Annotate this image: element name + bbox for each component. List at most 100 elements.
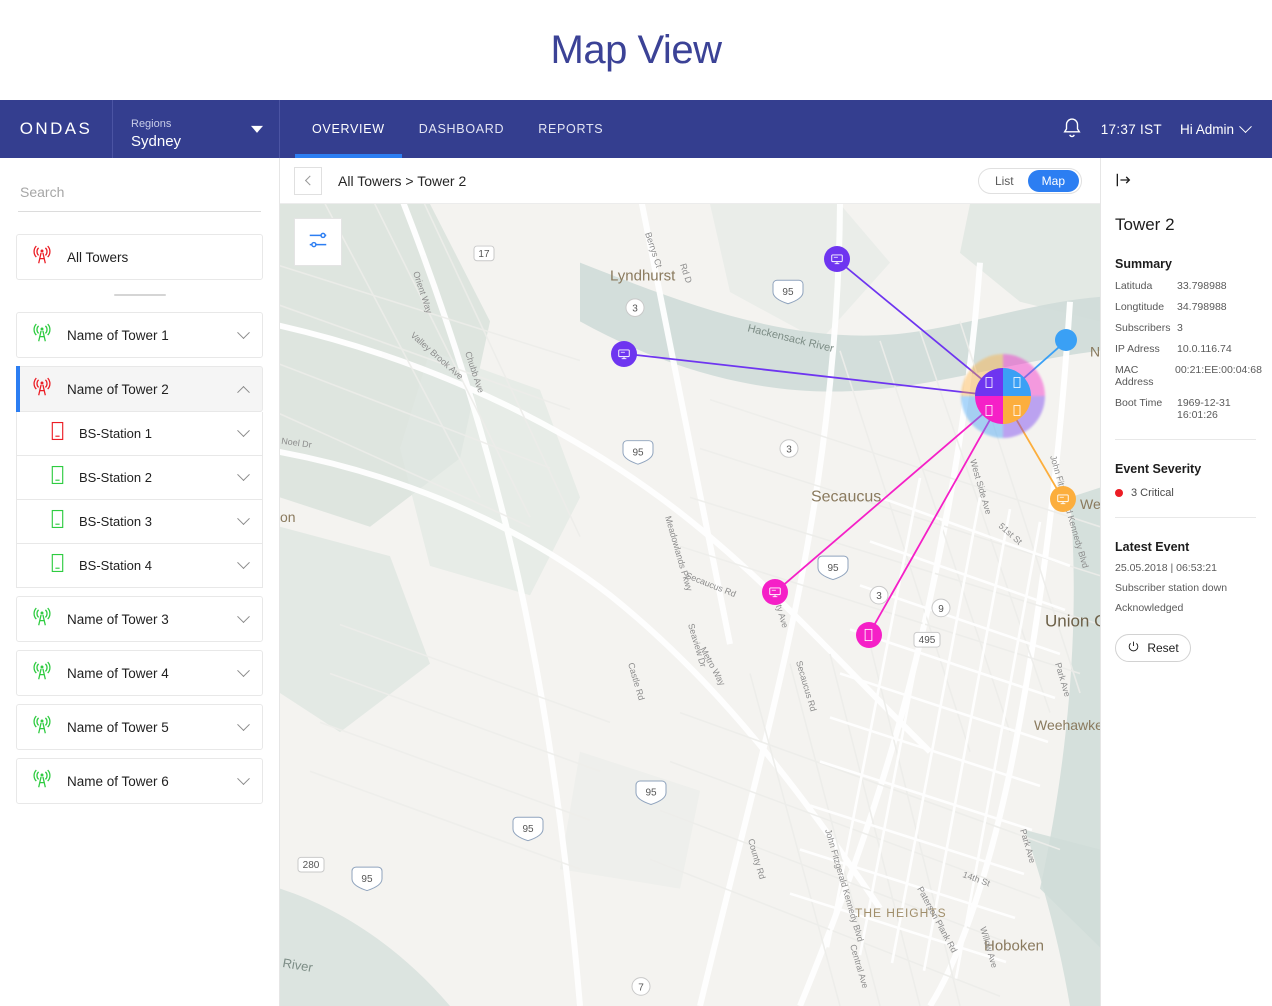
view-toggle-list[interactable]: List	[981, 170, 1028, 192]
svg-text:95: 95	[645, 788, 657, 799]
top-navigation-bar: ONDAS Regions Sydney OVERVIEW DASHBOARD …	[0, 100, 1272, 158]
sidebar: All Towers Name of Tower 1	[0, 158, 280, 1006]
bell-icon[interactable]	[1061, 117, 1083, 141]
map-filter-button[interactable]	[294, 218, 342, 266]
sidebar-item-tower-5[interactable]: Name of Tower 5	[16, 704, 263, 750]
tab-overview[interactable]: OVERVIEW	[295, 100, 402, 158]
reset-button[interactable]: Reset	[1115, 634, 1191, 662]
tower-icon	[31, 660, 53, 687]
tab-reports[interactable]: REPORTS	[521, 100, 620, 158]
sidebar-item-label: Name of Tower 5	[67, 719, 169, 735]
app-window: ONDAS Regions Sydney OVERVIEW DASHBOARD …	[0, 100, 1272, 1006]
shield-3c: 3	[869, 585, 889, 605]
region-label: Regions	[131, 117, 172, 130]
sidebar-item-tower-4[interactable]: Name of Tower 4	[16, 650, 263, 696]
map-canvas[interactable]: Lyndhurst Secaucus Union City Weehawken …	[280, 204, 1100, 1006]
severity-text: 3 Critical	[1131, 487, 1174, 499]
svg-text:7: 7	[638, 982, 644, 993]
region-value: Sydney	[131, 132, 182, 150]
collapse-panel-icon[interactable]	[1115, 173, 1133, 192]
chevron-down-icon[interactable]	[237, 424, 250, 438]
svg-text:280: 280	[303, 860, 320, 871]
node-magenta-left[interactable]	[762, 579, 789, 606]
page-title: Map View	[550, 27, 722, 72]
sidebar-item-bs-station-3[interactable]: BS-Station 3	[16, 500, 263, 544]
page-title-bar: Map View	[0, 0, 1272, 100]
sidebar-item-tower-6[interactable]: Name of Tower 6	[16, 758, 263, 804]
summary-row-boot-time: Boot Time 1969-12-31 16:01:26	[1115, 397, 1256, 421]
map-label-union-city: Union City	[1045, 612, 1100, 631]
node-purple-left[interactable]	[610, 340, 637, 367]
sidebar-item-bs-station-1[interactable]: BS-Station 1	[16, 412, 263, 456]
user-menu[interactable]: Hi Admin	[1180, 119, 1252, 137]
summary-row-mac-address: MAC Address 00:21:EE:00:04:68	[1115, 364, 1262, 388]
node-magenta-bottom[interactable]	[855, 621, 882, 648]
node-purple-top[interactable]	[823, 246, 850, 273]
sidebar-item-label: Name of Tower 4	[67, 665, 169, 681]
latest-event-status: Acknowledged	[1115, 602, 1184, 614]
sidebar-item-bs-station-4[interactable]: BS-Station 4	[16, 544, 263, 588]
breadcrumb-bar: All Towers > Tower 2 List Map	[280, 158, 1100, 204]
tower-2-cluster[interactable]	[961, 354, 1046, 439]
node-blue-right[interactable]	[1055, 329, 1078, 352]
panel-divider	[1115, 517, 1256, 518]
chevron-down-icon[interactable]	[237, 609, 250, 623]
search-container	[0, 158, 279, 212]
sidebar-item-label: BS-Station 2	[79, 470, 152, 485]
summary-key: Latituda	[1115, 280, 1153, 292]
map-label-lyndhurst: Lyndhurst	[610, 268, 676, 284]
sidebar-item-label: Name of Tower 2	[67, 381, 169, 397]
chevron-down-icon[interactable]	[237, 512, 250, 526]
sidebar-item-label: Name of Tower 1	[67, 327, 169, 343]
chevron-down-icon	[1239, 119, 1252, 133]
search-input[interactable]	[18, 180, 261, 212]
sidebar-item-label: BS-Station 4	[79, 558, 152, 573]
chevron-down-icon[interactable]	[237, 556, 250, 570]
svg-text:3: 3	[876, 591, 882, 602]
summary-key: IP Adress	[1115, 343, 1160, 355]
tower-icon	[31, 768, 53, 795]
sidebar-item-tower-2[interactable]: Name of Tower 2	[16, 366, 263, 412]
chevron-up-icon[interactable]	[237, 385, 250, 399]
event-severity-heading: Event Severity	[1115, 462, 1202, 476]
sidebar-item-bs-station-2[interactable]: BS-Station 2	[16, 456, 263, 500]
sidebar-item-tower-3[interactable]: Name of Tower 3	[16, 596, 263, 642]
sidebar-item-all-towers[interactable]: All Towers	[16, 234, 263, 280]
shield-3b: 3	[779, 439, 799, 458]
summary-value: 1969-12-31 16:01:26	[1177, 397, 1231, 421]
view-toggle-map[interactable]: Map	[1027, 169, 1079, 192]
summary-heading: Summary	[1115, 257, 1172, 271]
cluster-core	[975, 368, 1032, 425]
tower-icon	[31, 606, 53, 633]
latest-event-message: Subscriber station down	[1115, 582, 1228, 594]
node-orange-bottom[interactable]	[1050, 486, 1077, 513]
topbar-right-group: 17:37 IST Hi Admin	[1061, 100, 1272, 158]
summary-key: Boot Time	[1115, 397, 1163, 409]
reset-label: Reset	[1147, 641, 1179, 655]
sidebar-item-tower-1[interactable]: Name of Tower 1	[16, 312, 263, 358]
chevron-down-icon[interactable]	[237, 663, 250, 677]
svg-text:495: 495	[919, 635, 936, 646]
svg-text:3: 3	[632, 304, 638, 315]
panel-divider	[1115, 439, 1256, 440]
sidebar-item-label: BS-Station 1	[79, 426, 152, 441]
nav-tabs: OVERVIEW DASHBOARD REPORTS	[295, 100, 620, 158]
tower-icon	[31, 376, 53, 403]
chevron-down-icon[interactable]	[237, 325, 250, 339]
shield-3a: 3	[625, 298, 645, 317]
summary-value: 33.798988	[1177, 280, 1227, 292]
map-graphic: Lyndhurst Secaucus Union City Weehawken …	[280, 204, 1100, 1006]
summary-row-ip-address: IP Adress 10.0.116.74	[1115, 343, 1256, 355]
sidebar-item-label: BS-Station 3	[79, 514, 152, 529]
chevron-down-icon[interactable]	[237, 771, 250, 785]
shield-9: 9	[931, 598, 951, 618]
brand-name: ONDAS	[19, 119, 93, 138]
svg-text:3: 3	[786, 445, 792, 456]
summary-key: Subscribers	[1115, 322, 1171, 334]
brand-logo[interactable]: ONDAS	[0, 100, 113, 158]
region-selector[interactable]: Regions Sydney	[113, 100, 280, 158]
chevron-down-icon[interactable]	[237, 717, 250, 731]
tab-dashboard[interactable]: DASHBOARD	[402, 100, 521, 158]
back-button[interactable]	[294, 166, 322, 195]
chevron-down-icon[interactable]	[237, 468, 250, 482]
